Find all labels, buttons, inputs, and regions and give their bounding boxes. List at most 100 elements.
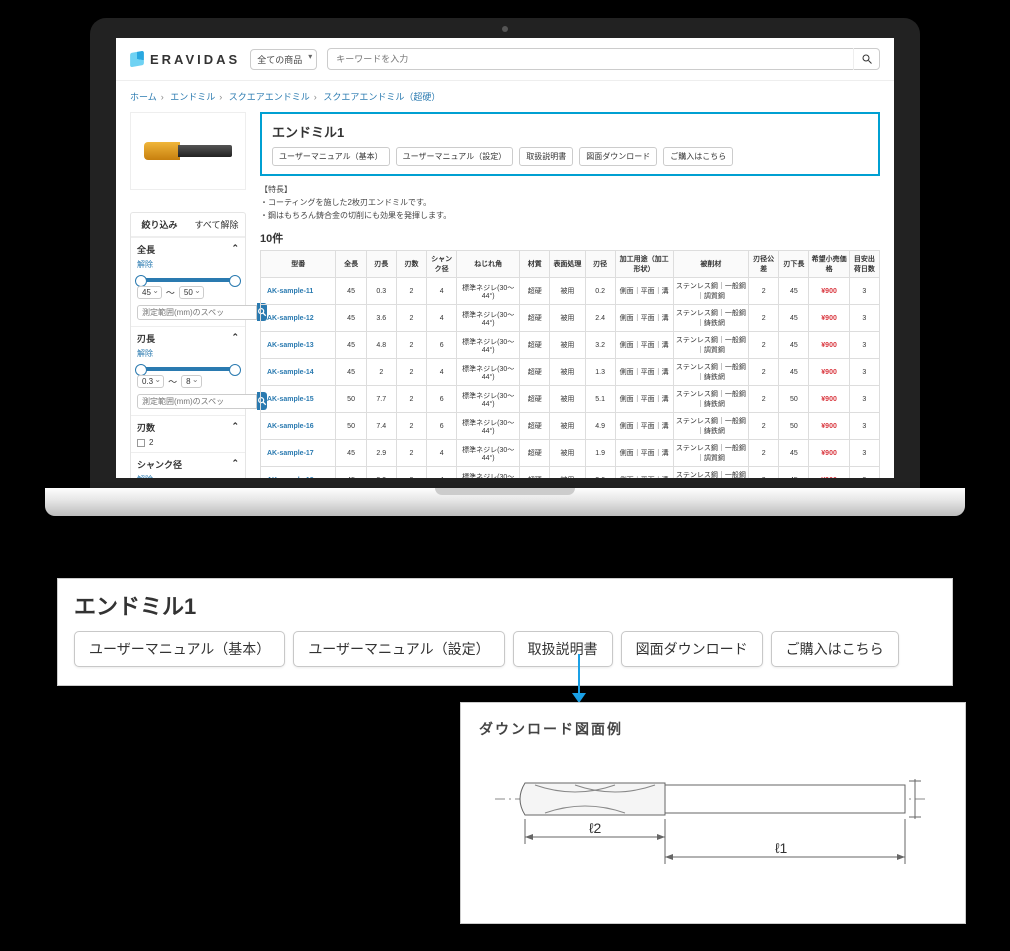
filter-reset-blade[interactable]: 解除 — [137, 348, 239, 359]
filter-label-blade: 刃長 — [137, 332, 155, 345]
flute-option-2[interactable]: 2 — [137, 438, 239, 447]
cell: 45 — [779, 440, 809, 467]
filter-reset-shank[interactable]: 解除 — [137, 474, 239, 478]
chevron-up-icon[interactable]: ⌃ — [231, 243, 239, 256]
cell: ステンレス鋼｜一般鋼｜調質鋼 — [673, 278, 748, 305]
chevron-up-icon[interactable]: ⌃ — [231, 421, 239, 434]
th-6[interactable]: 材質 — [520, 251, 550, 278]
cell: 45 — [779, 332, 809, 359]
model-link-5[interactable]: AK-sample-16 — [261, 413, 336, 440]
search-button[interactable] — [853, 48, 879, 70]
th-1[interactable]: 全長 — [336, 251, 366, 278]
model-link-6[interactable]: AK-sample-17 — [261, 440, 336, 467]
doc-button-4[interactable]: ご購入はこちら — [663, 147, 733, 166]
th-2[interactable]: 刃長 — [366, 251, 396, 278]
zoom-doc-button-3[interactable]: 図面ダウンロード — [621, 631, 763, 667]
cell: 3 — [849, 305, 879, 332]
cell: 4 — [427, 440, 457, 467]
model-link-4[interactable]: AK-sample-15 — [261, 386, 336, 413]
th-5[interactable]: ねじれ角 — [457, 251, 520, 278]
crumb-0[interactable]: ホーム — [130, 92, 157, 102]
crumb-1[interactable]: エンドミル — [170, 92, 215, 102]
doc-button-1[interactable]: ユーザーマニュアル（設定） — [396, 147, 514, 166]
zoom-doc-button-1[interactable]: ユーザーマニュアル（設定） — [293, 631, 504, 667]
cell: 45 — [336, 359, 366, 386]
range-slider-blade[interactable] — [137, 367, 239, 371]
th-0[interactable]: 型番 — [261, 251, 336, 278]
th-14[interactable]: 目安出荷日数 — [849, 251, 879, 278]
crumb-3: スクエアエンドミル（超硬） — [323, 92, 440, 102]
search-input[interactable] — [328, 54, 853, 64]
cell: 側面｜平面｜溝 — [615, 467, 673, 478]
zoom-doc-button-2[interactable]: 取扱説明書 — [513, 631, 613, 667]
chevron-up-icon[interactable]: ⌃ — [231, 458, 239, 471]
filter-reset-all[interactable]: すべて解除 — [188, 213, 245, 236]
model-link-7[interactable]: AK-sample-18 — [261, 467, 336, 478]
camera-dot — [502, 26, 508, 32]
th-12[interactable]: 刃下長 — [779, 251, 809, 278]
range-low-length[interactable]: 45 — [137, 286, 162, 299]
cell: 超硬 — [520, 467, 550, 478]
cell: 2 — [396, 305, 426, 332]
search-icon — [861, 53, 873, 65]
th-4[interactable]: シャンク径 — [427, 251, 457, 278]
cell: 45 — [779, 278, 809, 305]
range-slider-length[interactable] — [137, 278, 239, 282]
doc-button-3[interactable]: 図面ダウンロード — [579, 147, 657, 166]
cell: 超硬 — [520, 440, 550, 467]
th-7[interactable]: 表面処理 — [550, 251, 585, 278]
chevron-up-icon[interactable]: ⌃ — [231, 332, 239, 345]
cell: ステンレス鋼｜一般鋼｜鋳鉄網 — [673, 386, 748, 413]
cell: 3 — [849, 413, 879, 440]
laptop-base — [45, 488, 965, 516]
cell: 3.9 — [366, 467, 396, 478]
zoom-doc-button-0[interactable]: ユーザーマニュアル（基本） — [74, 631, 285, 667]
cell: ¥900 — [809, 278, 849, 305]
cell: 側面｜平面｜溝 — [615, 440, 673, 467]
spec-table: 型番全長刃長刃数シャンク径ねじれ角材質表面処理刃径加工用途（加工形状）被削材刃径… — [260, 250, 880, 478]
range-high-blade[interactable]: 8 — [181, 375, 201, 388]
cell: ステンレス鋼｜一般鋼｜鋳鉄網 — [673, 467, 748, 478]
cell: 3.6 — [366, 305, 396, 332]
cell: 側面｜平面｜溝 — [615, 413, 673, 440]
table-row: AK-sample-15507.726標準ネジレ(30～44°)超硬被用5.1側… — [261, 386, 880, 413]
cell: ¥900 — [809, 467, 849, 478]
crumb-2[interactable]: スクエアエンドミル — [229, 92, 310, 102]
range-low-blade[interactable]: 0.3 — [137, 375, 164, 388]
cell: 2.9 — [366, 440, 396, 467]
th-11[interactable]: 刃径公差 — [749, 251, 779, 278]
spec-input-blade[interactable] — [137, 394, 257, 409]
zoom-doc-button-4[interactable]: ご購入はこちら — [771, 631, 899, 667]
cell: 4 — [427, 278, 457, 305]
model-link-1[interactable]: AK-sample-12 — [261, 305, 336, 332]
filter-reset-length[interactable]: 解除 — [137, 259, 239, 270]
model-link-0[interactable]: AK-sample-11 — [261, 278, 336, 305]
th-8[interactable]: 刃径 — [585, 251, 615, 278]
th-13[interactable]: 希望小売価格 — [809, 251, 849, 278]
cell: 2 — [749, 278, 779, 305]
spec-input-length[interactable] — [137, 305, 257, 320]
cell: 被用 — [550, 440, 585, 467]
filter-tab-narrow[interactable]: 絞り込み — [131, 213, 188, 236]
th-3[interactable]: 刃数 — [396, 251, 426, 278]
model-link-2[interactable]: AK-sample-13 — [261, 332, 336, 359]
range-high-length[interactable]: 50 — [179, 286, 204, 299]
cell: 側面｜平面｜溝 — [615, 332, 673, 359]
breadcrumb: ホーム› エンドミル› スクエアエンドミル› スクエアエンドミル（超硬） — [116, 81, 894, 112]
category-select[interactable]: 全ての商品 — [250, 49, 317, 70]
cell: 標準ネジレ(30～44°) — [457, 305, 520, 332]
doc-button-2[interactable]: 取扱説明書 — [519, 147, 573, 166]
product-image[interactable] — [130, 112, 246, 190]
doc-button-0[interactable]: ユーザーマニュアル（基本） — [272, 147, 390, 166]
cell: 標準ネジレ(30～44°) — [457, 413, 520, 440]
th-10[interactable]: 被削材 — [673, 251, 748, 278]
cell: ステンレス鋼｜一般鋼｜鋳鉄網 — [673, 305, 748, 332]
table-row: AK-sample-18453.924標準ネジレ(30～44°)超硬被用2.6側… — [261, 467, 880, 478]
cell: ステンレス鋼｜一般鋼｜調質鋼 — [673, 332, 748, 359]
cell: 45 — [336, 278, 366, 305]
drawing-panel: ダウンロード図面例 ℓ2 — [460, 702, 966, 924]
cell: 標準ネジレ(30～44°) — [457, 332, 520, 359]
th-9[interactable]: 加工用途（加工形状） — [615, 251, 673, 278]
model-link-3[interactable]: AK-sample-14 — [261, 359, 336, 386]
brand-logo[interactable]: ERAVIDAS — [130, 52, 240, 67]
